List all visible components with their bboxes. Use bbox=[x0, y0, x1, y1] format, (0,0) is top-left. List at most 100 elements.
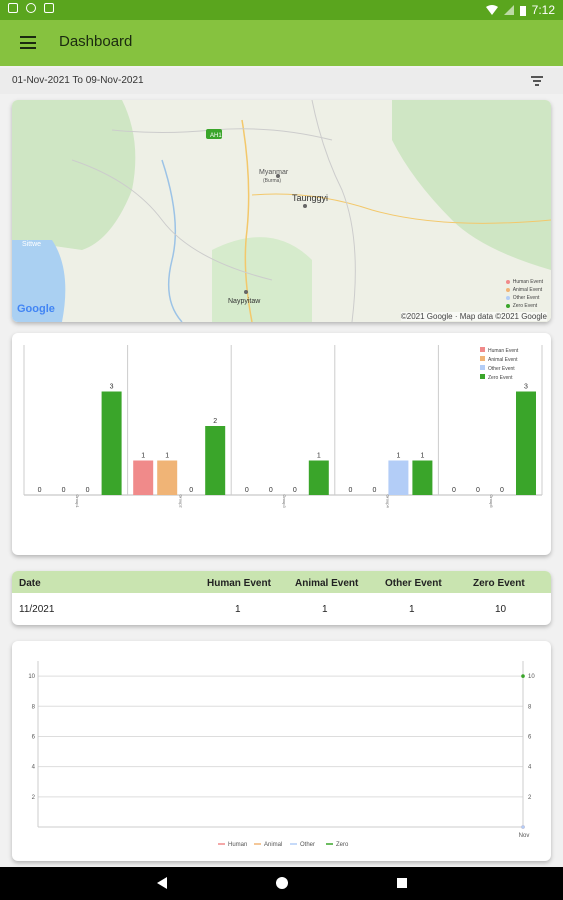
table-header: Date Human Event Animal Event Other Even… bbox=[12, 571, 551, 593]
map-drawing: AH1 Myanmar (Burma) Taunggyi Naypyitaw S… bbox=[12, 100, 551, 322]
status-bar: 7:12 bbox=[0, 0, 563, 20]
highway-label: AH1 bbox=[210, 133, 222, 139]
legend-swatch bbox=[480, 365, 485, 370]
table-row: 11/2021 1 1 1 10 bbox=[12, 593, 551, 625]
cell-zero-event: 10 bbox=[495, 604, 507, 615]
y-tick-label-right: 8 bbox=[528, 704, 532, 710]
legend-swatch bbox=[480, 356, 485, 361]
category-label: Group2 bbox=[178, 494, 183, 508]
date-range-label: 01-Nov-2021 To 09-Nov-2021 bbox=[12, 75, 144, 86]
bar-value-label: 0 bbox=[62, 487, 66, 494]
bar-value-label: 0 bbox=[476, 487, 480, 494]
notification-icon bbox=[8, 3, 18, 13]
map-view[interactable]: AH1 Myanmar (Burma) Taunggyi Naypyitaw S… bbox=[12, 100, 551, 322]
bar bbox=[388, 460, 409, 495]
legend-label: Zero bbox=[336, 842, 349, 848]
sd-card-icon bbox=[44, 3, 54, 13]
category-label: Group3 bbox=[282, 494, 287, 508]
date-filter-bar: 01-Nov-2021 To 09-Nov-2021 bbox=[0, 68, 563, 94]
bar bbox=[308, 460, 329, 495]
map-legend: Human Event Animal Event Other Event Zer… bbox=[505, 278, 543, 310]
header-zero-event: Zero Event bbox=[473, 578, 525, 589]
map-label-burma: (Burma) bbox=[263, 178, 281, 184]
clock: 7:12 bbox=[531, 3, 555, 17]
line-chart: 2 2 4 4 6 6 8 8 10 10 Nov Human Animal Other Zero bbox=[28, 661, 535, 848]
legend-label: Other bbox=[300, 842, 315, 848]
map-label-myanmar: Myanmar bbox=[259, 169, 289, 176]
bar bbox=[412, 460, 433, 495]
cell-date: 11/2021 bbox=[19, 604, 55, 615]
y-tick-label: 8 bbox=[32, 704, 36, 710]
bar-value-label: 3 bbox=[110, 384, 114, 391]
bar-value-label: 3 bbox=[524, 384, 528, 391]
data-point bbox=[521, 825, 525, 829]
map-attribution: ©2021 Google · Map data ©2021 Google bbox=[400, 312, 547, 321]
header-animal-event: Animal Event bbox=[295, 578, 359, 589]
bar-value-label: 0 bbox=[38, 487, 42, 494]
menu-icon[interactable] bbox=[20, 36, 36, 49]
bar bbox=[516, 391, 536, 495]
legend-label: Human bbox=[228, 842, 247, 848]
app-bar: Dashboard bbox=[0, 20, 563, 66]
bar-value-label: 0 bbox=[245, 487, 249, 494]
sync-icon bbox=[26, 3, 36, 13]
map-label-naypyitaw: Naypyitaw bbox=[228, 298, 261, 305]
category-label: Group1 bbox=[75, 494, 80, 508]
wifi-icon bbox=[485, 5, 498, 15]
legend-swatch bbox=[480, 374, 485, 379]
battery-icon bbox=[519, 5, 526, 16]
y-tick-label: 6 bbox=[32, 734, 36, 740]
bar-chart: 0 0 0 3 Group1 1 1 0 2 Group2 0 0 0 1 Group3 0 0 1 1 Group4… bbox=[23, 345, 543, 508]
bar-value-label: 0 bbox=[269, 487, 273, 494]
bar-value-label: 0 bbox=[86, 487, 90, 494]
home-icon[interactable] bbox=[276, 877, 288, 889]
system-icons: 7:12 bbox=[485, 3, 555, 17]
google-logo: Google bbox=[17, 303, 55, 315]
notification-icons bbox=[8, 3, 54, 13]
legend-label: Other Event bbox=[488, 366, 515, 372]
cell-other-event: 1 bbox=[409, 604, 415, 615]
bar-value-label: 2 bbox=[213, 418, 217, 425]
map-label-taunggyi: Taunggyi bbox=[292, 193, 328, 203]
bar bbox=[133, 460, 154, 495]
bar-chart-card: 0 0 0 3 Group1 1 1 0 2 Group2 0 0 0 1 Group3 0 0 1 1 Group4… bbox=[12, 333, 551, 555]
y-tick-label-right: 2 bbox=[528, 795, 532, 801]
bar bbox=[205, 426, 226, 495]
category-label: Group4 bbox=[386, 494, 391, 508]
cell-human-event: 1 bbox=[235, 604, 241, 615]
y-tick-label: 10 bbox=[28, 674, 35, 680]
navigation-bar bbox=[0, 867, 563, 900]
bar-value-label: 1 bbox=[420, 453, 424, 460]
header-date: Date bbox=[19, 578, 41, 589]
bar bbox=[101, 391, 122, 495]
recents-icon[interactable] bbox=[397, 878, 407, 888]
y-tick-label: 4 bbox=[32, 765, 36, 771]
bar bbox=[157, 460, 178, 495]
bar-value-label: 0 bbox=[348, 487, 352, 494]
header-other-event: Other Event bbox=[385, 578, 442, 589]
map-card[interactable]: AH1 Myanmar (Burma) Taunggyi Naypyitaw S… bbox=[12, 100, 551, 322]
bar-value-label: 1 bbox=[141, 453, 145, 460]
data-point bbox=[521, 674, 525, 678]
bar-value-label: 0 bbox=[372, 487, 376, 494]
bar-value-label: 0 bbox=[452, 487, 456, 494]
x-tick-label: Nov bbox=[519, 833, 530, 839]
y-tick-label-right: 6 bbox=[528, 734, 532, 740]
page-title: Dashboard bbox=[59, 33, 133, 50]
cellular-icon bbox=[503, 5, 514, 15]
category-label: Group5 bbox=[489, 494, 494, 508]
cell-animal-event: 1 bbox=[322, 604, 328, 615]
bar-value-label: 1 bbox=[317, 453, 321, 460]
back-icon[interactable] bbox=[157, 877, 167, 889]
y-tick-label: 2 bbox=[32, 795, 36, 801]
map-label-sittwe: Sittwe bbox=[22, 241, 41, 248]
legend-label: Zero Event bbox=[488, 375, 513, 381]
filter-icon[interactable] bbox=[531, 76, 543, 86]
y-tick-label-right: 4 bbox=[528, 765, 532, 771]
bar-value-label: 1 bbox=[165, 453, 169, 460]
bar-value-label: 1 bbox=[396, 453, 400, 460]
summary-table: Date Human Event Animal Event Other Even… bbox=[12, 571, 551, 625]
legend-label: Animal bbox=[264, 842, 282, 848]
legend-label: Human Event bbox=[488, 348, 519, 354]
bar-value-label: 0 bbox=[189, 487, 193, 494]
